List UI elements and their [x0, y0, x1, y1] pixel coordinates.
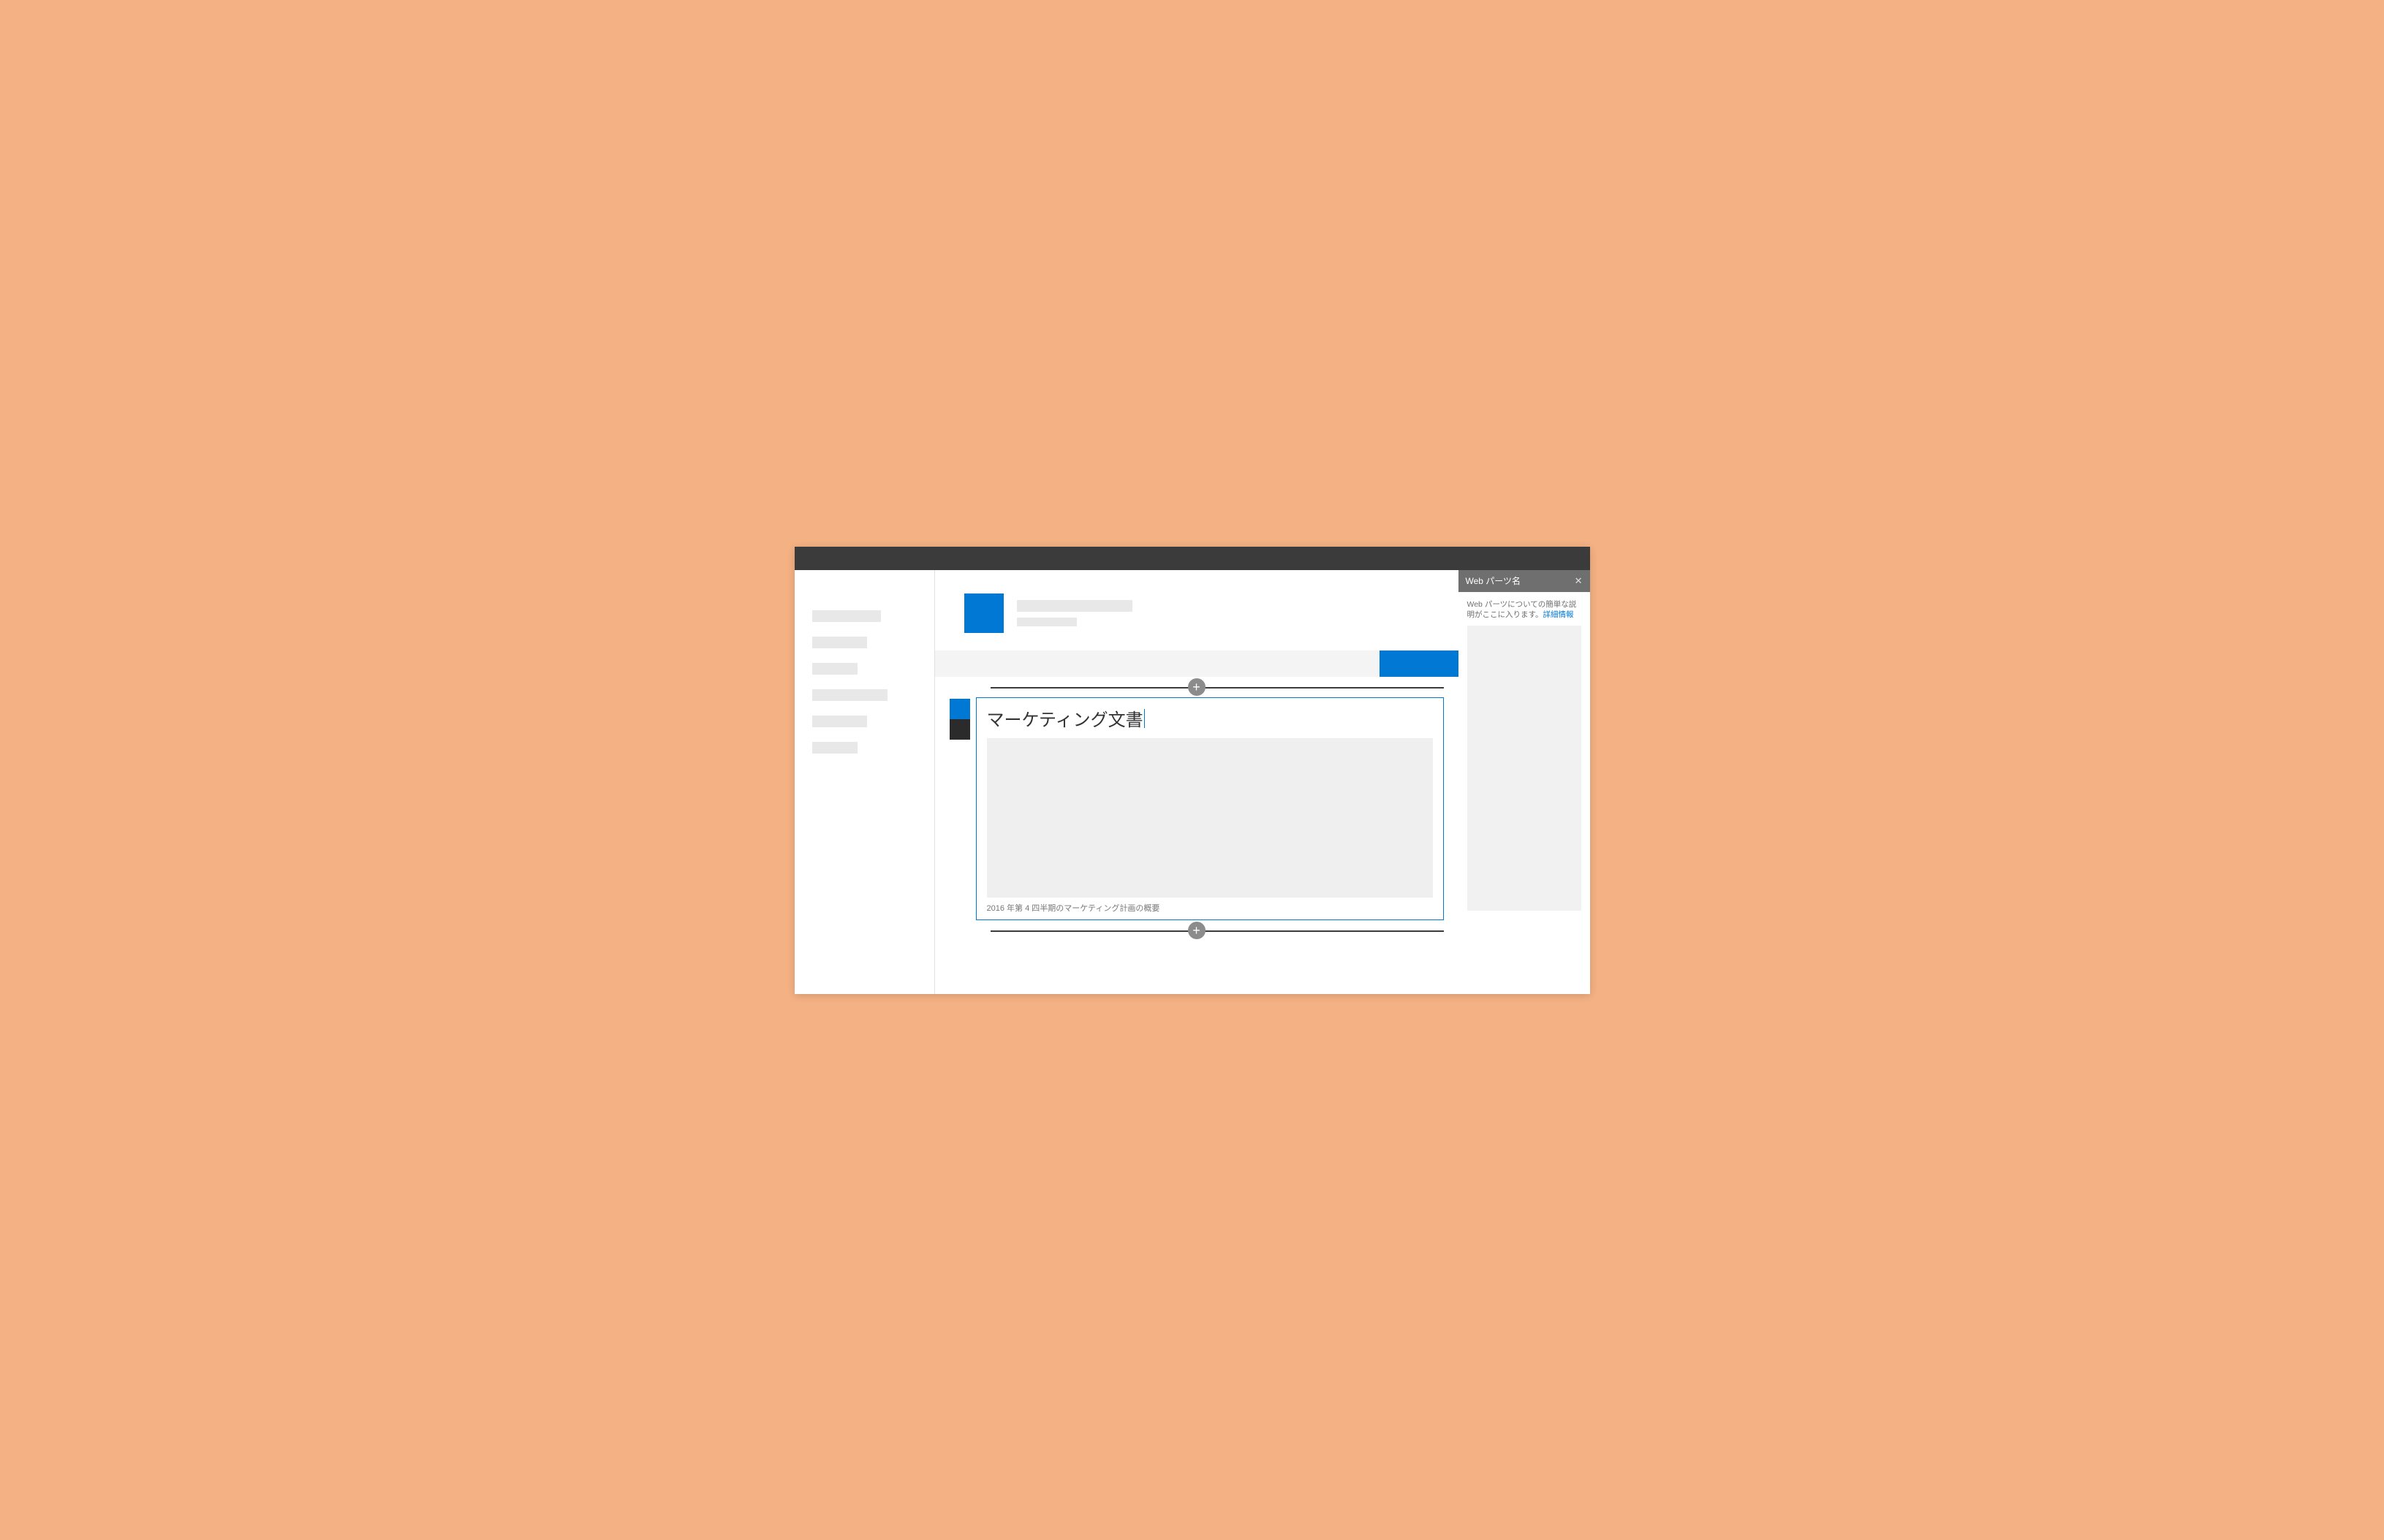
placeholder-line [1017, 600, 1132, 612]
nav-item-placeholder[interactable] [812, 637, 867, 648]
site-title-placeholder [1017, 600, 1132, 626]
webpart-selected[interactable]: マーケティング文書 2016 年第 4 四半期のマーケティング計画の概要 [976, 697, 1444, 920]
app-window: + マーケティング文書 2016 年第 4 四半期のマーケティング計画の概要 [795, 547, 1590, 994]
command-bar [935, 650, 1458, 677]
property-pane: Web パーツ名 ✕ Web パーツについての簡単な説明がここに入ります。詳細情… [1458, 570, 1590, 994]
placeholder-line [1017, 618, 1077, 626]
section-divider [991, 687, 1444, 689]
property-pane-body-placeholder [1467, 626, 1581, 911]
add-webpart-button[interactable]: + [1188, 678, 1206, 696]
property-pane-title: Web パーツ名 [1466, 574, 1521, 587]
section-divider [991, 930, 1444, 932]
text-caret [1144, 709, 1145, 728]
plus-icon: + [1192, 680, 1200, 694]
app-body: + マーケティング文書 2016 年第 4 四半期のマーケティング計画の概要 [795, 570, 1590, 994]
window-titlebar [795, 547, 1590, 570]
webpart-move-handle[interactable] [950, 719, 970, 740]
webpart-edit-handle[interactable] [950, 699, 970, 719]
nav-item-placeholder[interactable] [812, 742, 858, 754]
nav-item-placeholder[interactable] [812, 663, 858, 675]
canvas-area: + マーケティング文書 2016 年第 4 四半期のマーケティング計画の概要 [935, 677, 1458, 955]
section-add-bottom: + [950, 920, 1444, 941]
primary-action-button[interactable] [1380, 650, 1458, 677]
webpart-caption: 2016 年第 4 四半期のマーケティング計画の概要 [987, 902, 1433, 914]
page-header [935, 570, 1458, 650]
pane-more-link[interactable]: 詳細情報 [1543, 610, 1573, 619]
webpart-title[interactable]: マーケティング文書 [987, 705, 1143, 731]
property-pane-header: Web パーツ名 ✕ [1458, 570, 1590, 592]
webpart-side-handles [950, 699, 970, 740]
section-add-top: + [950, 677, 1444, 697]
webpart-row: マーケティング文書 2016 年第 4 四半期のマーケティング計画の概要 [950, 697, 1444, 920]
add-webpart-button[interactable]: + [1188, 922, 1206, 939]
nav-item-placeholder[interactable] [812, 689, 888, 701]
page-canvas: + マーケティング文書 2016 年第 4 四半期のマーケティング計画の概要 [935, 570, 1458, 994]
webpart-title-row: マーケティング文書 [987, 705, 1433, 731]
nav-item-placeholder[interactable] [812, 610, 881, 622]
property-pane-description: Web パーツについての簡単な説明がここに入ります。詳細情報 [1458, 592, 1590, 626]
close-icon[interactable]: ✕ [1575, 575, 1583, 587]
nav-item-placeholder[interactable] [812, 716, 867, 727]
left-nav [795, 570, 935, 994]
site-logo[interactable] [964, 593, 1004, 633]
webpart-content-placeholder[interactable] [987, 738, 1433, 898]
plus-icon: + [1192, 924, 1200, 937]
